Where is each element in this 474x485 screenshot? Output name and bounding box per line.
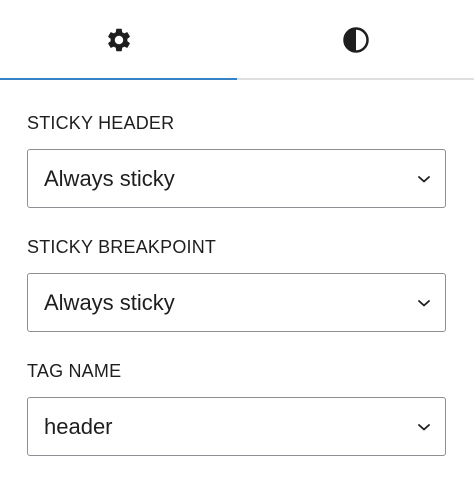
tab-settings[interactable]	[0, 0, 237, 80]
sticky-breakpoint-select[interactable]: Always sticky	[27, 273, 446, 332]
sticky-header-value: Always sticky	[44, 165, 175, 191]
tag-name-select[interactable]: header	[27, 397, 446, 456]
contrast-icon	[342, 26, 370, 54]
settings-tabs	[0, 0, 474, 80]
sticky-breakpoint-value: Always sticky	[44, 289, 175, 315]
chevron-down-icon	[415, 170, 433, 188]
active-tab-indicator	[0, 78, 237, 80]
tag-name-field: TAG NAME header	[27, 360, 446, 456]
chevron-down-icon	[415, 418, 433, 436]
gear-icon	[105, 26, 133, 54]
sticky-header-field: STICKY HEADER Always sticky	[27, 112, 446, 208]
chevron-down-icon	[415, 294, 433, 312]
tag-name-value: header	[44, 413, 113, 439]
sticky-breakpoint-field: STICKY BREAKPOINT Always sticky	[27, 236, 446, 332]
tab-styles[interactable]	[237, 0, 474, 80]
sticky-header-select[interactable]: Always sticky	[27, 149, 446, 208]
sticky-header-label: STICKY HEADER	[27, 113, 175, 133]
sticky-breakpoint-label: STICKY BREAKPOINT	[27, 237, 217, 257]
tag-name-label: TAG NAME	[27, 361, 122, 381]
